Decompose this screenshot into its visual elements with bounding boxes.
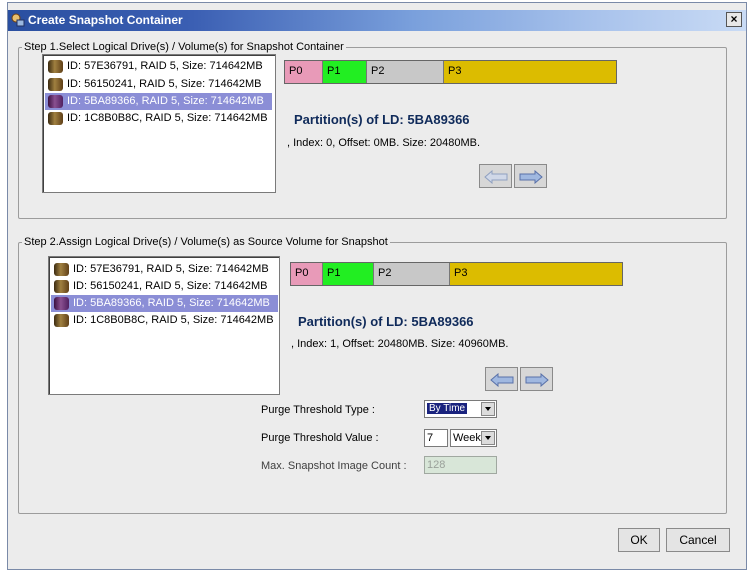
- purge-value-label: Purge Threshold Value :: [261, 432, 379, 444]
- step2-drive-item[interactable]: ID: 56150241, RAID 5, Size: 714642MB: [51, 278, 298, 295]
- cancel-button[interactable]: Cancel: [666, 528, 730, 552]
- drive-label: ID: 56150241, RAID 5, Size: 714642MB: [73, 280, 268, 292]
- step2-drive-item[interactable]: ID: 1C8B0B8C, RAID 5, Size: 714642MB: [51, 312, 298, 329]
- step2-legend: Step 2.Assign Logical Drive(s) / Volume(…: [24, 236, 388, 248]
- left-arrow-icon: [484, 170, 508, 184]
- step1-drive-item-selected[interactable]: ID: 5BA89366, RAID 5, Size: 714642MB: [45, 93, 272, 110]
- step2-drive-item[interactable]: ID: 57E36791, RAID 5, Size: 714642MB: [51, 261, 298, 278]
- disk-icon: [54, 263, 69, 276]
- chevron-down-icon[interactable]: [481, 402, 495, 416]
- drive-label: ID: 1C8B0B8C, RAID 5, Size: 714642MB: [73, 314, 274, 326]
- left-arrow-icon: [490, 373, 514, 387]
- step1-drive-item[interactable]: ID: 56150241, RAID 5, Size: 714642MB: [45, 76, 292, 93]
- snapshot-app-icon: [11, 13, 25, 27]
- disk-icon: [54, 314, 69, 327]
- drive-label: ID: 57E36791, RAID 5, Size: 714642MB: [73, 263, 269, 275]
- title-bar[interactable]: Create Snapshot Container ×: [8, 10, 746, 31]
- drive-label: ID: 57E36791, RAID 5, Size: 714642MB: [67, 60, 263, 72]
- step2-drive-item-selected[interactable]: ID: 5BA89366, RAID 5, Size: 714642MB: [51, 295, 278, 312]
- chevron-down-icon[interactable]: [481, 431, 495, 445]
- purge-type-value: By Time: [427, 403, 468, 414]
- step2-partition-bar: P0 P1 P2 P3: [290, 262, 623, 286]
- disk-icon: [48, 60, 63, 73]
- right-arrow-icon: [519, 170, 543, 184]
- drive-label: ID: 5BA89366, RAID 5, Size: 714642MB: [73, 297, 270, 309]
- step1-drive-list[interactable]: ID: 57E36791, RAID 5, Size: 714642MB ID:…: [42, 54, 276, 193]
- step2-drive-list[interactable]: ID: 57E36791, RAID 5, Size: 714642MB ID:…: [48, 256, 280, 395]
- disk-icon: [48, 112, 63, 125]
- max-count-value: 128: [427, 459, 446, 471]
- purge-type-select[interactable]: By Time: [424, 400, 497, 418]
- step1-partition-info: , Index: 0, Offset: 0MB. Size: 20480MB.: [287, 137, 481, 149]
- step2-left-arrow-button[interactable]: [485, 367, 518, 391]
- partition-p2[interactable]: P2: [367, 61, 444, 83]
- step1-drive-item[interactable]: ID: 57E36791, RAID 5, Size: 714642MB: [45, 58, 292, 75]
- step1-drive-item[interactable]: ID: 1C8B0B8C, RAID 5, Size: 714642MB: [45, 110, 292, 127]
- drive-label: ID: 5BA89366, RAID 5, Size: 714642MB: [67, 95, 264, 107]
- partition-p3[interactable]: P3: [450, 263, 622, 285]
- step1-legend: Step 1.Select Logical Drive(s) / Volume(…: [24, 41, 344, 53]
- step1-left-arrow-button[interactable]: [479, 164, 512, 188]
- drive-label: ID: 1C8B0B8C, RAID 5, Size: 714642MB: [67, 112, 268, 124]
- partition-p2[interactable]: P2: [374, 263, 450, 285]
- partition-p3[interactable]: P3: [444, 61, 616, 83]
- step2-partition-title: Partition(s) of LD: 5BA89366: [298, 314, 474, 329]
- step1-right-arrow-button[interactable]: [514, 164, 547, 188]
- disk-icon: [54, 297, 69, 310]
- disk-icon: [48, 78, 63, 91]
- purge-unit-select[interactable]: Week: [450, 429, 497, 447]
- step1-partition-bar: P0 P1 P2 P3: [284, 60, 617, 84]
- drive-label: ID: 56150241, RAID 5, Size: 714642MB: [67, 78, 262, 90]
- partition-p0[interactable]: P0: [291, 263, 323, 285]
- purge-value-input[interactable]: 7: [424, 429, 448, 447]
- purge-type-label: Purge Threshold Type :: [261, 404, 375, 416]
- purge-value-text: 7: [427, 432, 434, 444]
- step2-partition-info: , Index: 1, Offset: 20480MB. Size: 40960…: [291, 338, 509, 350]
- step1-partition-title: Partition(s) of LD: 5BA89366: [294, 112, 470, 127]
- purge-unit-value: Week: [453, 432, 481, 444]
- partition-p1[interactable]: P1: [323, 61, 367, 83]
- max-count-input[interactable]: 128: [424, 456, 497, 474]
- partition-p1[interactable]: P1: [323, 263, 374, 285]
- step2-right-arrow-button[interactable]: [520, 367, 553, 391]
- disk-icon: [54, 280, 69, 293]
- right-arrow-icon: [525, 373, 549, 387]
- max-count-label: Max. Snapshot Image Count :: [261, 460, 407, 472]
- partition-p0[interactable]: P0: [285, 61, 323, 83]
- dialog-title: Create Snapshot Container: [28, 13, 183, 27]
- ok-button[interactable]: OK: [618, 528, 660, 552]
- disk-icon: [48, 95, 63, 108]
- close-button[interactable]: ×: [726, 12, 742, 27]
